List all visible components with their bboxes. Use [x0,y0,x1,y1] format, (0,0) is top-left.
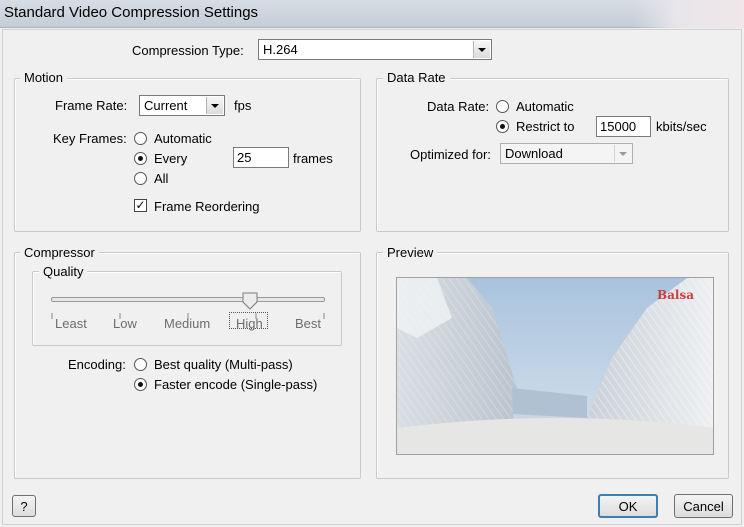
compressor-legend: Compressor [20,245,99,260]
quality-tick-best: Best [295,316,322,331]
quality-slider-thumb[interactable] [241,292,259,312]
help-button[interactable]: ? [12,495,36,517]
data-rate-restrict-label[interactable]: Restrict to [516,119,575,134]
quality-tick-high: High [229,312,268,331]
preview-image: Balsa [396,277,714,455]
optimized-for-label: Optimized for: [410,147,491,162]
quality-legend: Quality [39,264,88,279]
preview-legend: Preview [383,245,438,260]
frame-reordering-label[interactable]: Frame Reordering [154,199,260,214]
window-title: Standard Video Compression Settings [4,4,259,21]
ok-button[interactable]: OK [598,494,658,518]
encoding-multipass-label[interactable]: Best quality (Multi-pass) [154,357,293,372]
data-rate-restrict-radio[interactable] [496,120,509,133]
key-frames-every-input[interactable]: 25 [233,147,289,168]
encoding-singlepass-label[interactable]: Faster encode (Single-pass) [154,377,317,392]
chevron-down-icon[interactable] [614,145,631,162]
encoding-label: Encoding: [68,357,126,372]
motion-legend: Motion [20,70,68,85]
frame-rate-dropdown[interactable]: Current [139,95,225,116]
frame-rate-value: Current [144,98,188,113]
quality-tick-low: Low [113,316,137,331]
key-frames-automatic-label[interactable]: Automatic [154,131,212,146]
data-rate-restrict-input[interactable]: 15000 [596,116,651,137]
data-rate-label: Data Rate: [427,99,490,114]
data-rate-automatic-radio[interactable] [496,100,509,113]
key-frames-every-label[interactable]: Every [154,151,187,166]
frame-rate-label: Frame Rate: [55,98,128,113]
compression-type-value: H.264 [263,42,298,57]
key-frames-all-radio[interactable] [134,172,147,185]
key-frames-every-unit: frames [293,151,333,166]
optimized-for-value: Download [505,146,563,161]
key-frames-automatic-radio[interactable] [134,132,147,145]
frame-rate-unit: fps [234,98,252,113]
key-frames-label: Key Frames: [53,131,127,146]
optimized-for-dropdown[interactable]: Download [500,143,633,164]
chevron-down-icon[interactable] [206,97,223,114]
title-bar-backdrop [634,0,744,28]
preview-building-scene [397,278,713,454]
data-rate-unit: kbits/sec [656,119,707,134]
data-rate-legend: Data Rate [383,70,450,85]
encoding-singlepass-radio[interactable] [134,378,147,391]
quality-group [32,271,342,346]
cancel-button[interactable]: Cancel [674,494,733,518]
encoding-multipass-radio[interactable] [134,358,147,371]
title-bar[interactable]: Standard Video Compression Settings [0,0,744,28]
quality-tick-medium: Medium [164,316,211,331]
compression-type-label: Compression Type: [132,43,244,58]
compression-type-dropdown[interactable]: H.264 [258,39,492,60]
chevron-down-icon[interactable] [473,41,490,58]
quality-tick-least: Least [55,316,87,331]
key-frames-every-radio[interactable] [134,152,147,165]
data-rate-automatic-label[interactable]: Automatic [516,99,574,114]
frame-reordering-checkbox[interactable]: ✓ [134,199,147,212]
key-frames-all-label[interactable]: All [154,171,168,186]
preview-watermark: Balsa [657,288,695,302]
quality-slider-track[interactable] [51,297,325,302]
